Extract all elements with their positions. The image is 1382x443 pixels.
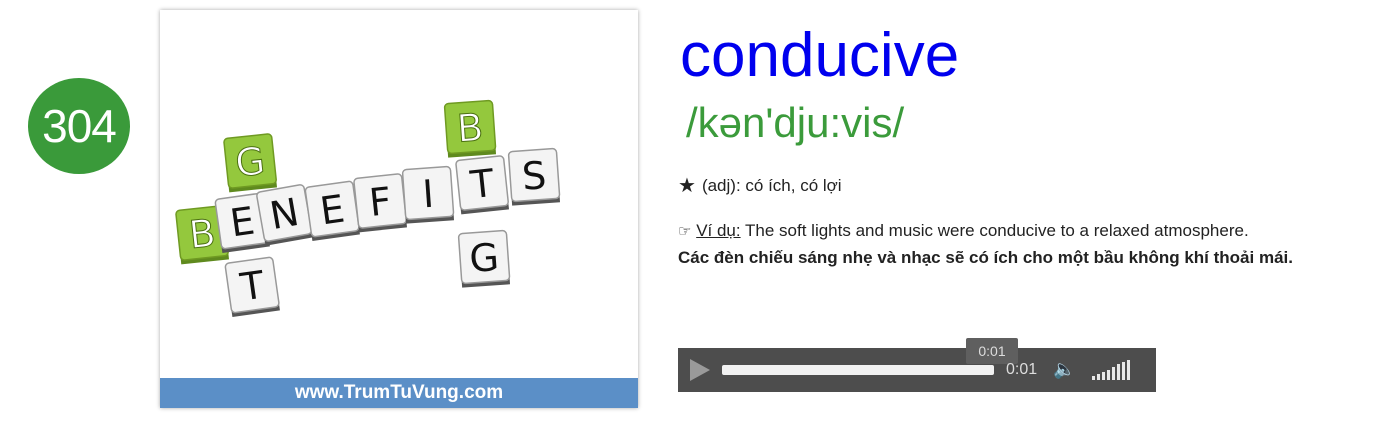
word-number-badge: 304 [28,78,130,174]
svg-text:F: F [367,179,393,225]
svg-text:G: G [468,235,500,281]
star-icon: ★ [678,175,696,197]
tile-b: B [443,99,497,158]
tile-e: E [304,180,360,242]
svg-text:G: G [233,139,267,186]
volume-icon[interactable]: 🔈 [1053,359,1075,380]
tile-s: S [507,147,561,206]
tile-t: T [224,256,280,318]
tile-i: I [401,165,455,224]
benefits-crossword-image: B E N E F I T SGTBG [175,99,561,318]
example-block: ☞ Ví dụ: The soft lights and music were … [678,218,1368,271]
site-url: www.TrumTuVung.com [294,382,504,403]
vocab-word: conducive [680,21,960,90]
tile-g: G [457,229,511,288]
example-translation: Các đèn chiếu sáng nhẹ và nhạc sẽ có ích… [678,248,1293,267]
image-footer: www.TrumTuVung.com [160,378,638,408]
tile-t: T [455,155,510,215]
seek-bar[interactable] [722,365,994,375]
audio-player[interactable]: 0:01 0:01 🔈 [678,338,1156,392]
current-time: 0:01 [1006,361,1038,378]
vocab-image-card: BENEFITSGTBG www.TrumTuVung.com [160,10,638,408]
pointing-hand-icon: ☞ [678,223,692,240]
definition-row: ★ (adj): có ích, có lợi [678,173,842,198]
volume-level-icon[interactable] [1092,360,1130,380]
definition-text: (adj): có ích, có lợi [701,175,842,195]
svg-text:S: S [521,153,548,199]
letter-tiles: B E N E F I T SGTBG [175,99,561,318]
tile-g: G [223,133,278,193]
play-icon[interactable] [690,359,710,381]
word-number: 304 [42,100,117,152]
svg-text:B: B [187,211,218,257]
example-sentence: The soft lights and music were conducive… [740,221,1249,240]
svg-text:B: B [456,105,485,151]
tile-f: F [353,173,408,233]
phonetic: /kən'dju:vis/ [686,99,905,146]
tile-n: N [256,184,313,246]
example-label: Ví dụ: [696,221,741,240]
